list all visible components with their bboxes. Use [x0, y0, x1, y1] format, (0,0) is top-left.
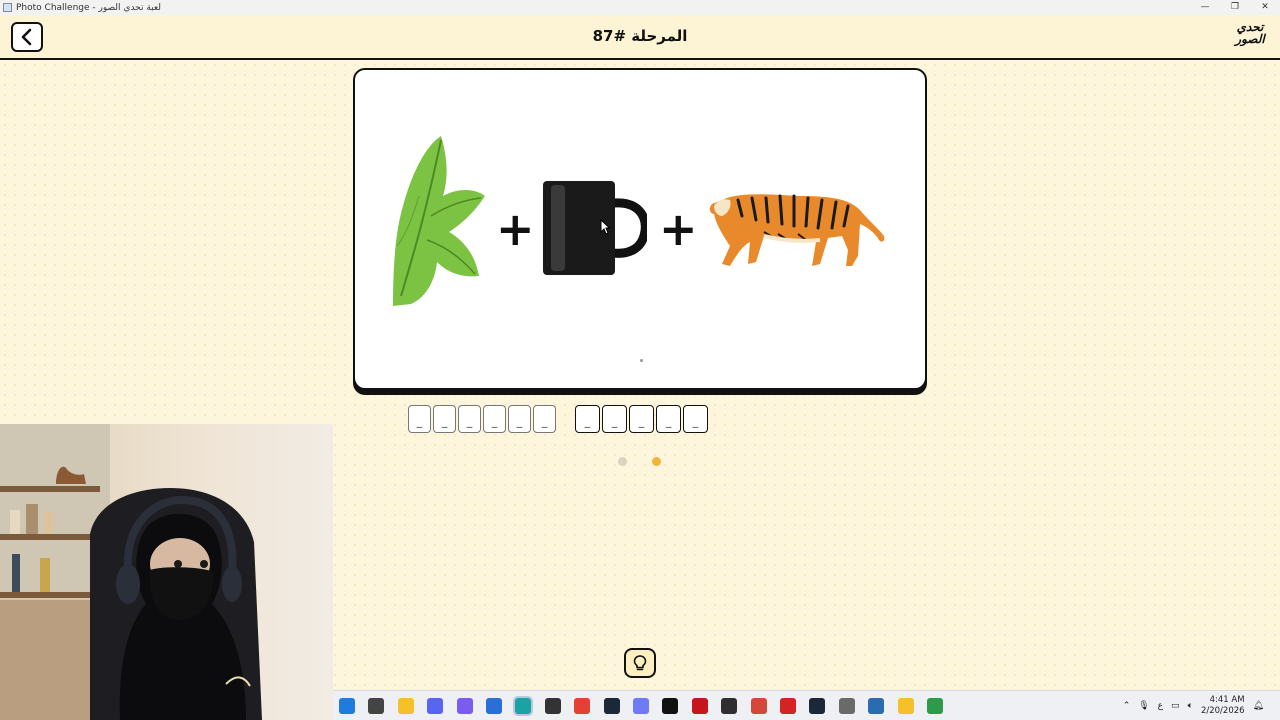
- plus-operator-2: +: [659, 202, 698, 256]
- settings-icon[interactable]: [838, 698, 855, 714]
- letter-slot[interactable]: _: [483, 405, 506, 433]
- edge-icon[interactable]: [513, 696, 534, 716]
- app-icon[interactable]: [868, 698, 885, 714]
- mouse-cursor-icon: [600, 219, 610, 235]
- clock-date: 2/20/2026: [1200, 706, 1245, 716]
- acrobat-icon[interactable]: [691, 698, 708, 714]
- game-logo: تحدي الصور: [1235, 20, 1265, 46]
- network-icon[interactable]: ▭: [1171, 701, 1180, 711]
- mint-leaves-image: [393, 136, 485, 306]
- discord-canary-icon[interactable]: [633, 698, 649, 714]
- window-titlebar: Photo Challenge - لعبة تحدي الصور — ❐ ✕: [0, 0, 1280, 15]
- pencil-icon[interactable]: [897, 698, 914, 714]
- hint-button[interactable]: [624, 648, 656, 678]
- letter-slot[interactable]: _: [533, 405, 556, 433]
- letter-slot[interactable]: _: [656, 405, 681, 433]
- ppt-icon[interactable]: [750, 698, 767, 714]
- letter-slot[interactable]: _: [433, 405, 456, 433]
- system-tray: ⌃ 🎙︎ ع ▭ 🔈︎ 4:41 AM 2/20/2026 🔔︎: [1123, 695, 1264, 717]
- maximize-button[interactable]: ❐: [1220, 0, 1250, 15]
- capcut-icon[interactable]: [662, 698, 679, 714]
- letter-slot[interactable]: _: [508, 405, 531, 433]
- windows-taskbar: ⌃ 🎙︎ ع ▭ 🔈︎ 4:41 AM 2/20/2026 🔔︎: [333, 690, 1280, 720]
- lightbulb-icon: [633, 655, 647, 671]
- obs-icon[interactable]: [721, 698, 738, 714]
- answer-word-1: _ _ _ _ _ _: [408, 405, 556, 433]
- copilot-icon[interactable]: [456, 698, 473, 714]
- store-icon[interactable]: [486, 698, 502, 714]
- chrome-icon[interactable]: [574, 698, 591, 714]
- minimize-button[interactable]: —: [1190, 0, 1220, 15]
- steam-2-icon[interactable]: [809, 698, 826, 714]
- microphone-icon[interactable]: 🎙︎: [1138, 701, 1149, 711]
- language-icon[interactable]: ع: [1158, 701, 1163, 711]
- unity-icon[interactable]: [544, 698, 561, 714]
- plus-operator-1: +: [496, 202, 535, 256]
- window-controls: — ❐ ✕: [1190, 0, 1280, 15]
- file-explorer-icon[interactable]: [397, 698, 414, 714]
- letter-slot[interactable]: _: [602, 405, 627, 433]
- card-indicator-dot: [640, 359, 643, 362]
- volume-icon[interactable]: 🔈︎: [1188, 701, 1193, 711]
- clock-time: 4:41 AM: [1209, 695, 1245, 705]
- page-dot-1[interactable]: [618, 457, 627, 466]
- task-view-icon[interactable]: [368, 698, 385, 714]
- window-title: Photo Challenge - لعبة تحدي الصور: [16, 2, 161, 13]
- letter-slot[interactable]: _: [575, 405, 600, 433]
- puzzle-card: + +: [353, 68, 927, 390]
- discord-icon[interactable]: [427, 698, 444, 714]
- black-mug-image: [543, 181, 647, 275]
- close-button[interactable]: ✕: [1250, 0, 1280, 15]
- game-header: المرحلة #87 تحدي الصور: [0, 15, 1280, 60]
- steam-icon[interactable]: [603, 698, 620, 714]
- windows-start-icon[interactable]: [339, 698, 355, 714]
- page-dot-2-active[interactable]: [652, 457, 661, 466]
- clock[interactable]: 4:41 AM 2/20/2026: [1201, 695, 1245, 717]
- webcam-scene: [0, 424, 262, 720]
- letter-slot[interactable]: _: [629, 405, 654, 433]
- tiger-image: [709, 194, 885, 266]
- notification-icon[interactable]: 🔔︎: [1253, 701, 1264, 711]
- app-icon: [3, 3, 12, 12]
- chrome-2-icon[interactable]: [927, 698, 943, 714]
- letter-slot[interactable]: _: [408, 405, 431, 433]
- letter-slot[interactable]: _: [458, 405, 481, 433]
- wps-icon[interactable]: [780, 698, 796, 714]
- letter-slot[interactable]: _: [683, 405, 708, 433]
- answer-word-2: _ _ _ _ _: [575, 405, 708, 433]
- webcam-overlay: [0, 424, 333, 720]
- level-title: المرحلة #87: [592, 27, 688, 45]
- chevron-up-icon[interactable]: ⌃: [1123, 701, 1131, 711]
